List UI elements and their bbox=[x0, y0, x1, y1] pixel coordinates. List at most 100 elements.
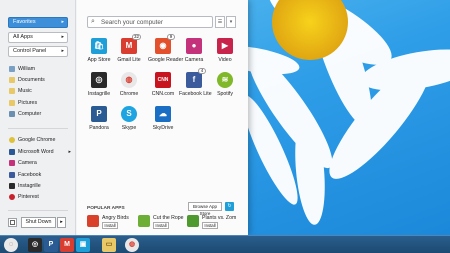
camera-icon: ● bbox=[186, 38, 202, 54]
sidebar-item-instagrille[interactable]: Instagrille bbox=[9, 182, 41, 191]
camera-icon bbox=[9, 159, 15, 166]
chevron-down-icon: ▾ bbox=[229, 19, 233, 25]
sidebar-item-label: Pinterest bbox=[18, 194, 39, 200]
start-button-icon[interactable]: ◌ bbox=[4, 238, 18, 252]
app-tile[interactable]: CNN CNN.com bbox=[148, 72, 178, 106]
app-store-icon[interactable]: ▣ bbox=[76, 238, 90, 252]
favorites-dropdown[interactable]: Favorites ▸ bbox=[8, 17, 68, 28]
app-tile[interactable]: ≋ Spotify bbox=[210, 72, 240, 106]
instagrille-icon: ◎ bbox=[91, 72, 107, 88]
start-menu-right-column: ⌕ Search your computer ☰ ▾ 🛍 App Store M 32… bbox=[77, 0, 248, 235]
sidebar-item-pinterest[interactable]: Pinterest bbox=[9, 193, 39, 202]
shutdown-options-button[interactable]: ▸ bbox=[57, 217, 66, 228]
popular-app-label: Cut the Rope bbox=[153, 215, 184, 221]
app-tile-label: Chrome bbox=[119, 91, 139, 97]
documents-icon bbox=[9, 76, 15, 83]
popular-app-angry-birds: Angry Birds Install bbox=[87, 214, 137, 230]
sidebar-item-facebook[interactable]: Facebook bbox=[9, 171, 41, 180]
instagrille-icon[interactable]: ◎ bbox=[28, 238, 42, 252]
all-apps-dropdown[interactable]: All Apps ▸ bbox=[8, 32, 68, 43]
popular-app-plants-vs-zombies: Plants vs. Zom Install bbox=[187, 214, 237, 230]
chevron-right-icon: ▸ bbox=[61, 19, 64, 25]
control-panel-label: Control Panel bbox=[13, 48, 47, 54]
app-tile[interactable]: P Pandora bbox=[84, 106, 114, 140]
gmail-icon: M 32 bbox=[121, 34, 141, 54]
search-input[interactable]: ⌕ Search your computer bbox=[87, 16, 213, 28]
cut-the-rope-icon bbox=[138, 215, 150, 227]
app-tile-label: Video bbox=[218, 57, 232, 63]
shutdown-group: Shut Down ▸ bbox=[8, 217, 66, 228]
favorites-label: Favorites bbox=[13, 19, 36, 25]
sidebar-item-label: Google Chrome bbox=[18, 137, 56, 143]
app-tile[interactable]: S Skype bbox=[114, 106, 144, 140]
app-tile-label: Gmail Lite bbox=[117, 57, 141, 63]
lock-screen-button[interactable] bbox=[8, 218, 17, 227]
app-tile[interactable]: ◉ 9 Google Reader bbox=[148, 34, 184, 72]
gmail-icon[interactable]: M bbox=[60, 238, 74, 252]
sidebar-item-documents[interactable]: Documents bbox=[9, 76, 45, 85]
app-tile[interactable]: 🛍 App Store bbox=[84, 38, 114, 72]
app-tile-label: Instagrille bbox=[87, 91, 111, 97]
shut-down-button[interactable]: Shut Down bbox=[21, 217, 56, 228]
music-icon bbox=[9, 87, 15, 94]
angry-birds-icon bbox=[87, 215, 99, 227]
app-tile[interactable]: ▶ Video bbox=[210, 38, 240, 72]
chevron-right-icon[interactable]: ▸ bbox=[68, 148, 71, 157]
skype-icon: S bbox=[121, 106, 137, 122]
sidebar-item-pictures[interactable]: Pictures bbox=[9, 99, 37, 108]
start-menu: Favorites ▸ All Apps ▸ Control Panel ▸ W… bbox=[0, 0, 248, 235]
sidebar-item-camera[interactable]: Camera bbox=[9, 159, 37, 168]
pinterest-icon bbox=[9, 193, 15, 200]
sidebar-item-label: Facebook bbox=[18, 172, 42, 178]
app-tile-label: Camera bbox=[184, 57, 204, 63]
popular-apps-title: POPULAR APPS bbox=[87, 206, 125, 211]
app-tile[interactable]: ☁ SkyDrive bbox=[148, 106, 178, 140]
app-tile[interactable]: f 4 Facebook Lite bbox=[179, 68, 212, 106]
popular-app-label: Plants vs. Zom bbox=[202, 215, 237, 221]
sidebar-item-label: Computer bbox=[18, 111, 42, 117]
sidebar-item-music[interactable]: Music bbox=[9, 87, 32, 96]
cnn-icon: CNN bbox=[155, 72, 171, 88]
chevron-right-icon: ▸ bbox=[61, 34, 64, 40]
pandora-icon: P bbox=[91, 106, 107, 122]
chevron-right-icon: ▸ bbox=[61, 48, 64, 54]
install-button[interactable]: Install bbox=[102, 222, 118, 229]
search-icon: ⌕ bbox=[91, 18, 95, 25]
view-options-button[interactable]: ▾ bbox=[226, 16, 236, 28]
control-panel-dropdown[interactable]: Control Panel ▸ bbox=[8, 46, 68, 57]
app-tile[interactable]: ◎ Instagrille bbox=[84, 72, 114, 106]
chrome-icon[interactable]: ◍ bbox=[125, 238, 139, 252]
search-placeholder: Search your computer bbox=[101, 19, 163, 26]
google-reader-icon: ◉ 9 bbox=[155, 34, 175, 54]
user-icon bbox=[9, 65, 15, 72]
app-tile-label: CNN.com bbox=[151, 91, 175, 97]
facebook-icon: f4 bbox=[186, 68, 206, 88]
taskbar: ◌ ◎ P M ▣ ▭ ◍ bbox=[0, 235, 450, 253]
app-tile[interactable]: ● Camera bbox=[179, 38, 209, 72]
divider bbox=[8, 210, 68, 211]
popular-app-cut-the-rope: Cut the Rope Install bbox=[138, 214, 188, 230]
refresh-icon[interactable]: ↻ bbox=[225, 202, 234, 211]
sidebar-item-label: Music bbox=[18, 88, 32, 94]
app-tile[interactable]: M 32 Gmail Lite bbox=[114, 34, 144, 72]
pandora-icon[interactable]: P bbox=[44, 238, 58, 252]
browse-app-store-button[interactable]: Browse App Store bbox=[188, 202, 222, 216]
skydrive-icon: ☁ bbox=[155, 106, 171, 122]
sidebar-item-google-chrome[interactable]: Google Chrome bbox=[9, 136, 55, 145]
file-explorer-icon[interactable]: ▭ bbox=[102, 238, 116, 252]
list-view-button[interactable]: ☰ bbox=[215, 16, 225, 28]
facebook-icon bbox=[9, 171, 15, 178]
install-button[interactable]: Install bbox=[153, 222, 169, 229]
instagrille-icon bbox=[9, 182, 15, 189]
app-tile[interactable]: ◍ Chrome bbox=[114, 72, 144, 106]
install-button[interactable]: Install bbox=[202, 222, 218, 229]
sidebar-item-william[interactable]: William bbox=[9, 65, 35, 74]
app-tile-label: Google Reader bbox=[148, 57, 184, 63]
app-tile-label: Spotify bbox=[217, 91, 233, 97]
sidebar-item-microsoft-word[interactable]: Microsoft Word ▸ bbox=[9, 148, 71, 157]
sidebar-item-computer[interactable]: Computer bbox=[9, 110, 41, 119]
divider bbox=[8, 128, 68, 129]
chevron-right-icon: ▸ bbox=[60, 219, 63, 225]
chrome-icon: ◍ bbox=[121, 72, 137, 88]
app-tile-label: App Store bbox=[87, 57, 111, 63]
